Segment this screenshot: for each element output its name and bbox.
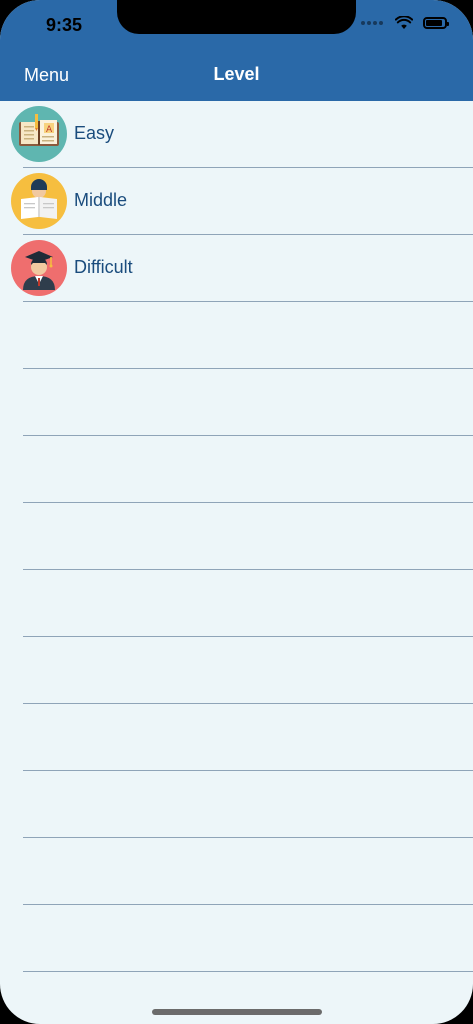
list-item xyxy=(0,436,473,503)
reading-person-icon xyxy=(11,173,67,229)
app-screen: 9:35 Menu Level A Easy Middle Difficult xyxy=(0,0,473,1024)
level-label-middle: Middle xyxy=(74,190,128,210)
level-row-easy[interactable]: A Easy xyxy=(0,101,473,168)
list-item xyxy=(0,771,473,838)
device-notch xyxy=(117,0,356,34)
level-label-difficult: Difficult xyxy=(74,257,133,277)
wifi-icon xyxy=(395,16,413,29)
status-time: 9:35 xyxy=(46,15,83,35)
list-item xyxy=(0,302,473,369)
level-list: A Easy Middle Difficult xyxy=(0,101,473,1024)
open-book-icon: A xyxy=(11,106,67,162)
list-item xyxy=(0,503,473,570)
list-item xyxy=(0,704,473,771)
level-row-middle[interactable]: Middle xyxy=(0,168,473,235)
navigation-bar: 9:35 Menu Level xyxy=(0,0,473,101)
list-item xyxy=(0,637,473,704)
cellular-signal-icon xyxy=(361,21,383,25)
list-item xyxy=(0,972,473,1024)
page-title: Level xyxy=(213,64,260,84)
list-item xyxy=(0,369,473,436)
graduate-icon xyxy=(11,240,67,296)
level-row-difficult[interactable]: Difficult xyxy=(0,235,473,302)
svg-text:A: A xyxy=(46,125,53,135)
level-label-easy: Easy xyxy=(74,123,115,143)
list-item xyxy=(0,905,473,972)
list-item xyxy=(0,570,473,637)
list-item xyxy=(0,838,473,905)
battery-icon xyxy=(423,17,449,29)
battery-level xyxy=(426,20,442,26)
status-icons xyxy=(361,16,449,30)
home-indicator[interactable] xyxy=(152,1009,322,1015)
